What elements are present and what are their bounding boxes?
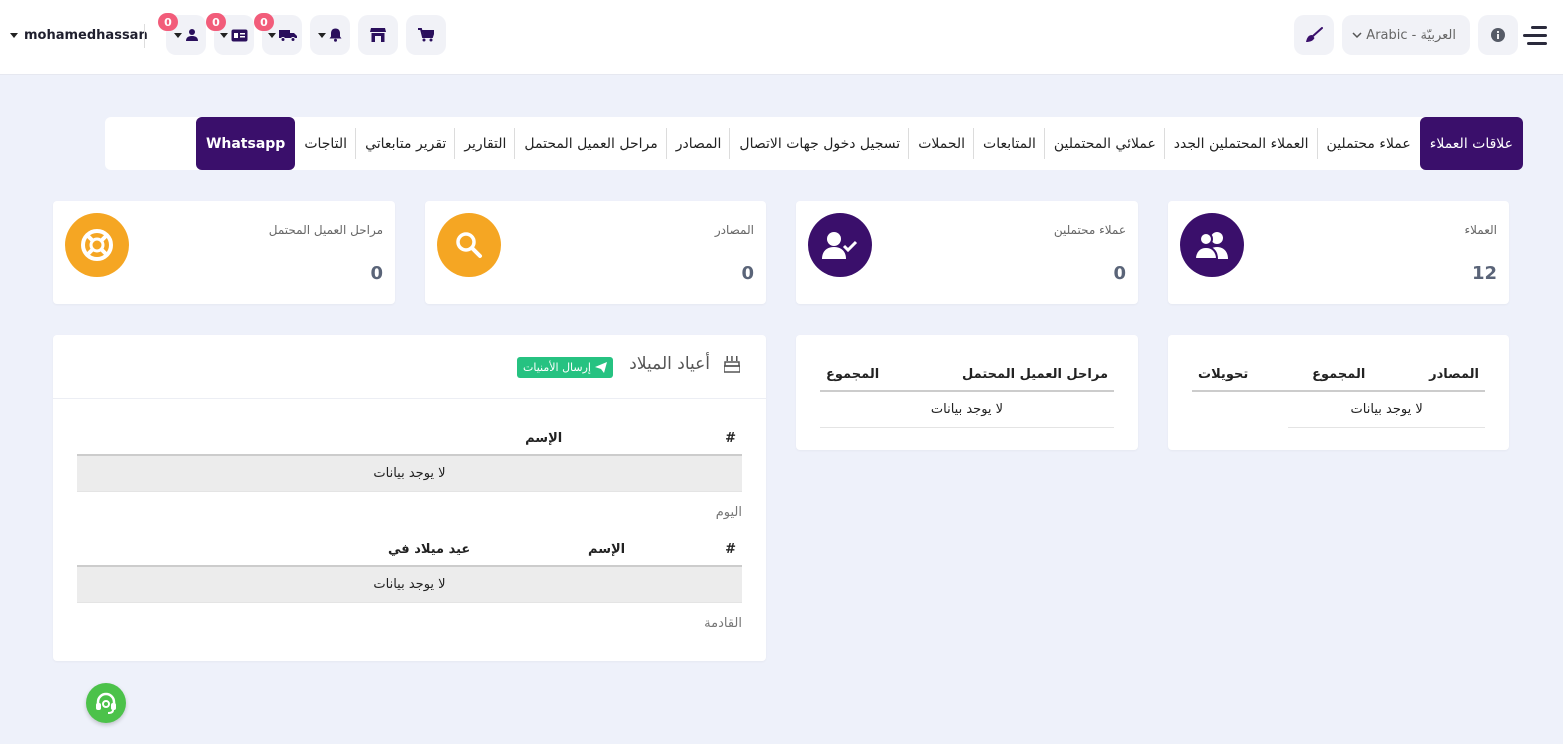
caret-down-icon [10,33,18,38]
stat-label: مراحل العميل المحتمل [268,223,383,237]
chevron-down-icon [1352,31,1362,38]
tab-contact-login[interactable]: تسجيل دخول جهات الاتصال [730,117,909,170]
sources-table: المصادر المجموع تحويلات لا يوجد بيانات [1192,359,1485,428]
stat-value: 0 [741,263,754,284]
shipping-button[interactable]: 0 [254,13,302,55]
cards-button[interactable]: 0 [206,13,254,55]
today-caption: اليوم [715,505,742,520]
table-row: لا يوجد بيانات [1192,391,1485,428]
column-header: المجموع [1288,359,1390,392]
lead-stages-table: مراحل العميل المحتمل المجموع لا يوجد بيا… [820,359,1114,428]
empty-message: لا يوجد بيانات [77,455,742,492]
bell-icon [329,28,342,42]
today-birthdays: # الإسم لا يوجد بيانات [77,423,742,492]
store-icon [370,28,386,42]
headset-icon [96,692,116,714]
stat-label: العملاء [1464,223,1497,237]
stat-value: 0 [1113,263,1126,284]
column-header: الإسم [582,534,702,567]
stat-card-potential-customers: عملاء محتملين 0 [796,201,1138,304]
shipping-count-badge: 0 [254,13,274,31]
users-count-badge: 0 [158,13,178,31]
truck-icon [278,29,297,42]
info-button[interactable] [1478,15,1518,55]
stat-value: 0 [370,263,383,284]
money-card-icon [231,29,248,41]
user-check-icon [808,213,872,277]
tab-tags[interactable]: التاجات [295,117,356,170]
tab-potential-customers[interactable]: عملاء محتملين [1318,117,1420,170]
empty-message: لا يوجد بيانات [77,566,742,603]
birthdays-title: أعياد الميلاد [629,354,710,374]
top-bar: mohamedhassan 0 0 0 Arabic - العربيّة [0,0,1563,75]
stat-label: المصادر [714,223,754,237]
language-value: Arabic - العربيّة [1366,27,1456,43]
cart-button[interactable] [406,15,446,55]
birthdays-card: أعياد الميلاد إرسال الأمنيات # الإسم لا … [53,335,766,661]
paper-plane-icon [595,362,607,373]
tab-my-leads[interactable]: عملائي المحتملين [1045,117,1165,170]
search-icon [437,213,501,277]
tab-campaigns[interactable]: الحملات [909,117,974,170]
cart-icon [418,28,434,42]
tab-follow-ups[interactable]: المتابعات [974,117,1045,170]
today-birthdays-table: # الإسم لا يوجد بيانات [77,423,742,492]
language-select[interactable]: Arabic - العربيّة [1342,15,1470,55]
tab-whatsapp[interactable]: Whatsapp [195,117,296,170]
birthdays-header: أعياد الميلاد إرسال الأمنيات [53,335,766,399]
info-icon [1491,28,1505,42]
stat-value: 12 [1471,263,1497,284]
table-row: لا يوجد بيانات [820,391,1114,428]
stat-card-lead-stages: مراحل العميل المحتمل 0 [53,201,395,304]
user-menu[interactable]: mohamedhassan [10,28,148,43]
support-chat-button[interactable] [86,683,126,723]
tab-new-leads[interactable]: العملاء المحتملين الجدد [1165,117,1318,170]
tab-my-followup-report[interactable]: تقرير متابعاتي [356,117,456,170]
column-header: تحويلات [1192,359,1289,392]
cake-icon [724,356,740,373]
user-icon [185,29,198,41]
column-header: مراحل العميل المحتمل [905,359,1114,392]
column-header: المجموع [820,359,906,392]
column-header: المصادر [1389,359,1485,392]
caret-down-icon [173,32,182,38]
tab-crm[interactable]: علاقات العملاء [1419,117,1523,170]
lifebuoy-icon [65,213,129,277]
tab-sources[interactable]: المصادر [667,117,731,170]
store-button[interactable] [358,15,398,55]
stat-card-customers: العملاء 12 [1168,201,1509,304]
table-row: لا يوجد بيانات [77,566,742,603]
hamburger-menu-icon[interactable] [1523,26,1547,46]
empty-message: لا يوجد بيانات [820,391,1114,428]
users-button[interactable]: 0 [158,13,206,55]
clear-cache-button[interactable] [1294,15,1334,55]
divider [144,24,145,48]
username: mohamedhassan [24,28,148,43]
send-wishes-label: إرسال الأمنيات [523,361,591,374]
cards-count-badge: 0 [206,13,226,31]
upcoming-birthdays-table: # الإسم عيد ميلاد في لا يوجد بيانات [77,534,742,603]
column-header: الإسم [519,423,720,456]
stages-table-card: مراحل العميل المحتمل المجموع لا يوجد بيا… [796,335,1138,450]
users-icon [1180,213,1244,277]
column-header: عيد ميلاد في [382,534,582,567]
caret-down-icon [267,32,276,38]
stat-card-sources: المصادر 0 [425,201,766,304]
empty-message: لا يوجد بيانات [1288,391,1485,428]
stat-label: عملاء محتملين [1053,223,1126,237]
notifications-button[interactable] [310,15,350,55]
crm-tabs: علاقات العملاء عملاء محتملين العملاء الم… [105,117,1523,170]
table-row: لا يوجد بيانات [77,455,742,492]
tab-lead-stages[interactable]: مراحل العميل المحتمل [515,117,668,170]
caret-down-icon [318,32,326,38]
upcoming-birthdays: # الإسم عيد ميلاد في لا يوجد بيانات [77,534,742,603]
sources-table-card: المصادر المجموع تحويلات لا يوجد بيانات [1168,335,1509,450]
send-wishes-button[interactable]: إرسال الأمنيات [517,357,613,378]
column-header: # [719,423,742,456]
caret-down-icon [220,32,228,38]
broom-icon [1306,27,1323,42]
tab-reports[interactable]: التقارير [455,117,516,170]
column-header: # [702,534,742,567]
upcoming-caption: القادمة [704,616,742,631]
